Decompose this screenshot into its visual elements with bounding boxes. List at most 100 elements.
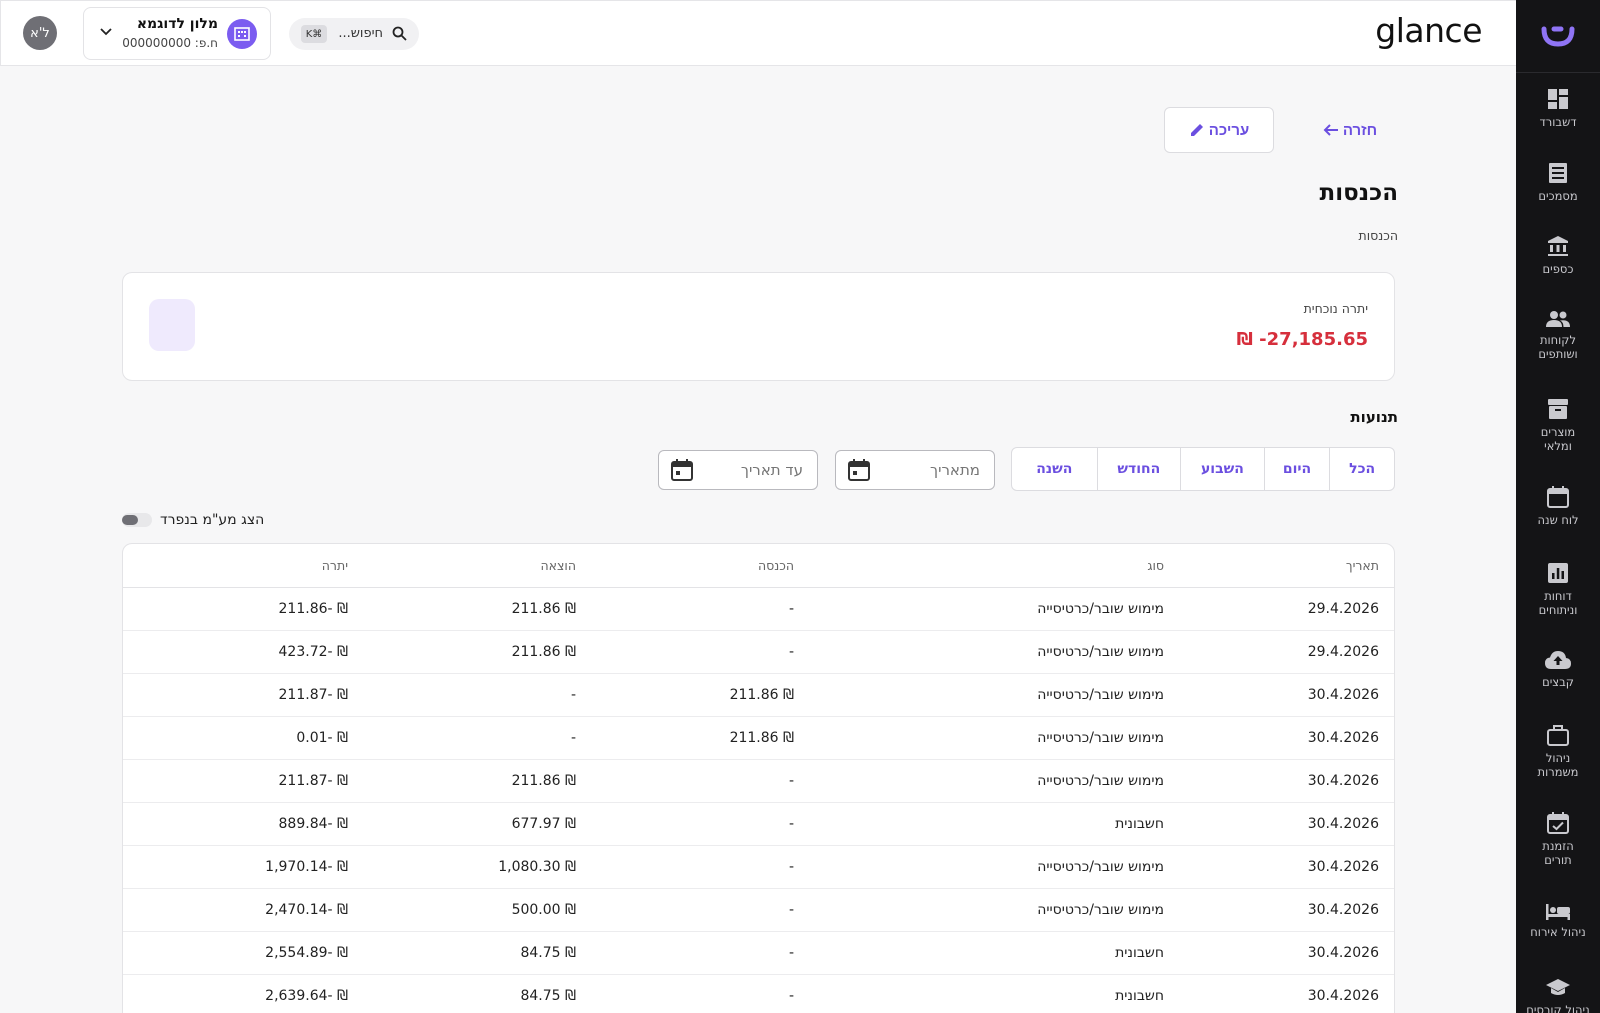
sidebar-item-label: ניהול אירוח [1530, 925, 1586, 939]
sidebar-item-documents[interactable]: מסמכים [1516, 162, 1600, 203]
sidebar-item-appointments[interactable]: הזמנת תורים [1516, 812, 1600, 867]
filter-month[interactable]: החודש [1096, 448, 1181, 490]
briefcase-icon [1547, 725, 1569, 746]
cell-income: - [590, 974, 808, 1013]
to-date-field[interactable] [658, 450, 818, 490]
cell-date: 30.4.2026 [1178, 673, 1394, 717]
to-date-input[interactable] [693, 451, 803, 489]
cell-income: ₪ 211.86 [590, 673, 808, 717]
back-button[interactable]: חזרה [1302, 107, 1398, 153]
vat-switch[interactable] [122, 513, 152, 527]
sidebar-item-courses[interactable]: ניהול קורסים [1516, 978, 1600, 1013]
balance-badge [149, 299, 195, 351]
sidebar-item-hospitality[interactable]: ניהול אירוח [1516, 904, 1600, 939]
search-placeholder: חיפוש... [338, 26, 383, 41]
column-header-type[interactable]: סוג [808, 544, 1178, 588]
transactions-table: תאריך סוג הכנסה הוצאה יתרה 29.4.2026 מימו… [122, 543, 1395, 1013]
sidebar-item-files[interactable]: קבצים [1516, 650, 1600, 689]
cell-income: - [590, 587, 808, 631]
brand-logo[interactable]: glance [1375, 11, 1482, 50]
table-row[interactable]: 30.4.2026 מימוש שובר/כרטיסייה - ₪ 500.00 ₪ -… [123, 888, 1394, 932]
calendar-icon [1547, 486, 1569, 508]
calendar-check-icon [1547, 812, 1569, 834]
filter-today[interactable]: היום [1263, 448, 1330, 490]
breadcrumb[interactable]: הכנסות [1358, 228, 1398, 243]
column-header-balance[interactable]: יתרה [123, 544, 362, 588]
building-icon [227, 19, 257, 49]
business-id: ח.פ: 000000000 [122, 36, 218, 50]
sidebar-item-products[interactable]: מוצרים ומלאי [1516, 398, 1600, 453]
edit-button[interactable]: עריכה [1164, 107, 1274, 153]
sidebar-item-shifts[interactable]: ניהול משמרות [1516, 724, 1600, 779]
cell-expense: ₪ 84.75 [362, 974, 590, 1013]
table-row[interactable]: 30.4.2026 חשבונית - ₪ 84.75 ₪ -2,639.64 [123, 974, 1394, 1013]
balance-value: ₪ -27,185.65 [1236, 329, 1368, 350]
archive-icon [1548, 399, 1568, 419]
table-row[interactable]: 29.4.2026 מימוש שובר/כרטיסייה - ₪ 211.86 ₪ -… [123, 587, 1394, 631]
cell-expense: ₪ 211.86 [362, 759, 590, 803]
documents-icon [1549, 163, 1567, 183]
sidebar: דשבורד מסמכים כספים לקוחות ושותפים מוצרי… [1516, 0, 1600, 1013]
sidebar-item-label: מוצרים ומלאי [1540, 425, 1576, 453]
dashboard-icon [1548, 89, 1568, 109]
app-logo-icon[interactable] [1516, 18, 1600, 54]
cell-income: - [590, 802, 808, 846]
sidebar-item-dashboard[interactable]: דשבורד [1516, 88, 1600, 129]
sidebar-item-reports[interactable]: דוחות וניתוחים [1516, 562, 1600, 617]
cell-income: ₪ 211.86 [590, 716, 808, 760]
calendar-icon[interactable] [848, 459, 870, 481]
table-row[interactable]: 30.4.2026 מימוש שובר/כרטיסייה ₪ 211.86- ₪ -… [123, 716, 1394, 760]
balance-card: יתרה נוכחית ₪ -27,185.65 [122, 272, 1395, 381]
cell-balance: ₪ -211.87 [123, 759, 362, 803]
cell-type: מימוש שובר/כרטיסייה [808, 673, 1178, 717]
table-row[interactable]: 30.4.2026 מימוש שובר/כרטיסייה ₪ 211.86- ₪ -… [123, 673, 1394, 717]
cell-expense: ₪ 211.86 [362, 630, 590, 674]
table-row[interactable]: 30.4.2026 מימוש שובר/כרטיסייה - ₪ 211.86 ₪ -… [123, 759, 1394, 803]
cell-balance: ₪ -1,970.14 [123, 845, 362, 889]
table-row[interactable]: 30.4.2026 חשבונית - ₪ 84.75 ₪ -2,554.89 [123, 931, 1394, 975]
cell-expense: ₪ 677.97 [362, 802, 590, 846]
vat-toggle-label: הצג מע"מ בנפרד [160, 512, 265, 528]
sidebar-item-calendar[interactable]: לוח שנה [1516, 486, 1600, 527]
cell-type: חשבונית [808, 931, 1178, 975]
avatar[interactable]: ל'א [23, 16, 57, 50]
table-row[interactable]: 30.4.2026 מימוש שובר/כרטיסייה - ₪ 1,080.30 ₪… [123, 845, 1394, 889]
cell-balance: ₪ -211.87 [123, 673, 362, 717]
page-title: הכנסות [1319, 180, 1399, 206]
from-date-field[interactable] [835, 450, 995, 490]
sidebar-item-label: דשבורד [1539, 115, 1577, 129]
calendar-icon[interactable] [671, 459, 693, 481]
column-header-expense[interactable]: הוצאה [362, 544, 590, 588]
sidebar-item-label: ניהול משמרות [1537, 751, 1579, 779]
sidebar-item-label: הזמנת תורים [1542, 839, 1574, 867]
search-shortcut-badge: K⌘ [301, 25, 327, 43]
cell-income: - [590, 759, 808, 803]
cell-date: 30.4.2026 [1178, 802, 1394, 846]
table-row[interactable]: 30.4.2026 חשבונית - ₪ 677.97 ₪ -889.84 [123, 802, 1394, 846]
from-date-input[interactable] [870, 451, 980, 489]
cell-income: - [590, 630, 808, 674]
filter-all[interactable]: הכל [1329, 448, 1394, 490]
sidebar-item-finance[interactable]: כספים [1516, 235, 1600, 276]
search-bar[interactable]: חיפוש... K⌘ [289, 18, 419, 50]
column-header-date[interactable]: תאריך [1178, 544, 1394, 588]
cell-date: 29.4.2026 [1178, 587, 1394, 631]
table-row[interactable]: 29.4.2026 מימוש שובר/כרטיסייה - ₪ 211.86 ₪ -… [123, 630, 1394, 674]
cell-income: - [590, 888, 808, 932]
cell-expense: ₪ 211.86 [362, 587, 590, 631]
cell-balance: ₪ -2,554.89 [123, 931, 362, 975]
column-header-income[interactable]: הכנסה [590, 544, 808, 588]
cell-balance: ₪ -423.72 [123, 630, 362, 674]
sidebar-item-customers[interactable]: לקוחות ושותפים [1516, 310, 1600, 361]
cell-balance: ₪ -211.86 [123, 587, 362, 631]
filter-week[interactable]: השבוע [1180, 448, 1264, 490]
cell-expense: ₪ 1,080.30 [362, 845, 590, 889]
filter-year[interactable]: השנה [1012, 448, 1097, 490]
business-switcher[interactable]: מלון לדוגמא ח.פ: 000000000 [83, 7, 271, 60]
sidebar-item-label: קבצים [1542, 675, 1574, 689]
cell-balance: ₪ -2,639.64 [123, 974, 362, 1013]
pencil-icon [1190, 124, 1203, 136]
chevron-down-icon [100, 28, 112, 36]
cell-date: 30.4.2026 [1178, 888, 1394, 932]
cell-type: מימוש שובר/כרטיסייה [808, 888, 1178, 932]
